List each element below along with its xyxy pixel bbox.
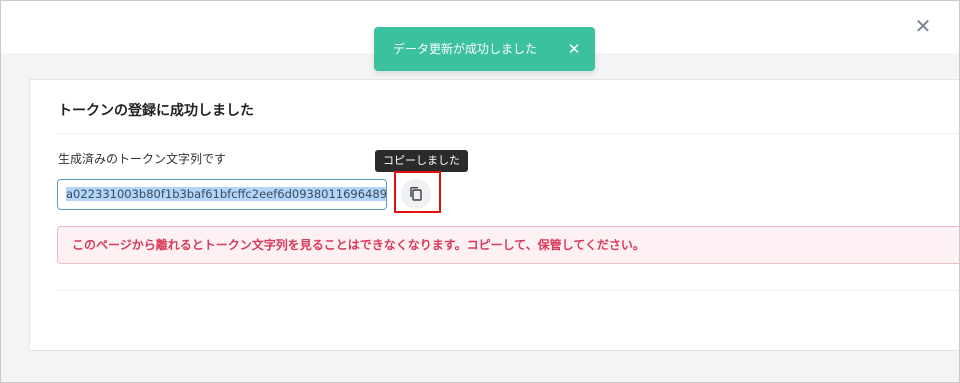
copied-tooltip: コピーしました bbox=[375, 150, 468, 172]
token-field-label: 生成済みのトークン文字列です bbox=[58, 152, 227, 166]
warning-alert: このページから離れるとトークン文字列を見ることはできなくなります。コピーして、保… bbox=[57, 226, 959, 264]
card-title: トークンの登録に成功しました bbox=[58, 103, 254, 119]
divider bbox=[57, 290, 959, 291]
toast-close-icon[interactable]: ✕ bbox=[564, 39, 584, 59]
token-card: トークンの登録に成功しました 生成済みのトークン文字列です a022331003… bbox=[29, 79, 959, 351]
success-toast: データ更新が成功しました ✕ bbox=[374, 27, 595, 71]
token-value: a022331003b80f1b3baf61bfcffc2eef6d093801… bbox=[66, 187, 386, 201]
close-icon[interactable]: ✕ bbox=[913, 16, 933, 36]
screenshot-frame: ✕ トークンの登録に成功しました 生成済みのトークン文字列です a0223310… bbox=[0, 0, 960, 383]
divider bbox=[57, 133, 959, 134]
copy-icon bbox=[410, 187, 422, 201]
copy-button[interactable] bbox=[401, 179, 431, 209]
toast-message: データ更新が成功しました bbox=[393, 42, 538, 56]
token-input[interactable]: a022331003b80f1b3baf61bfcffc2eef6d093801… bbox=[57, 179, 387, 210]
